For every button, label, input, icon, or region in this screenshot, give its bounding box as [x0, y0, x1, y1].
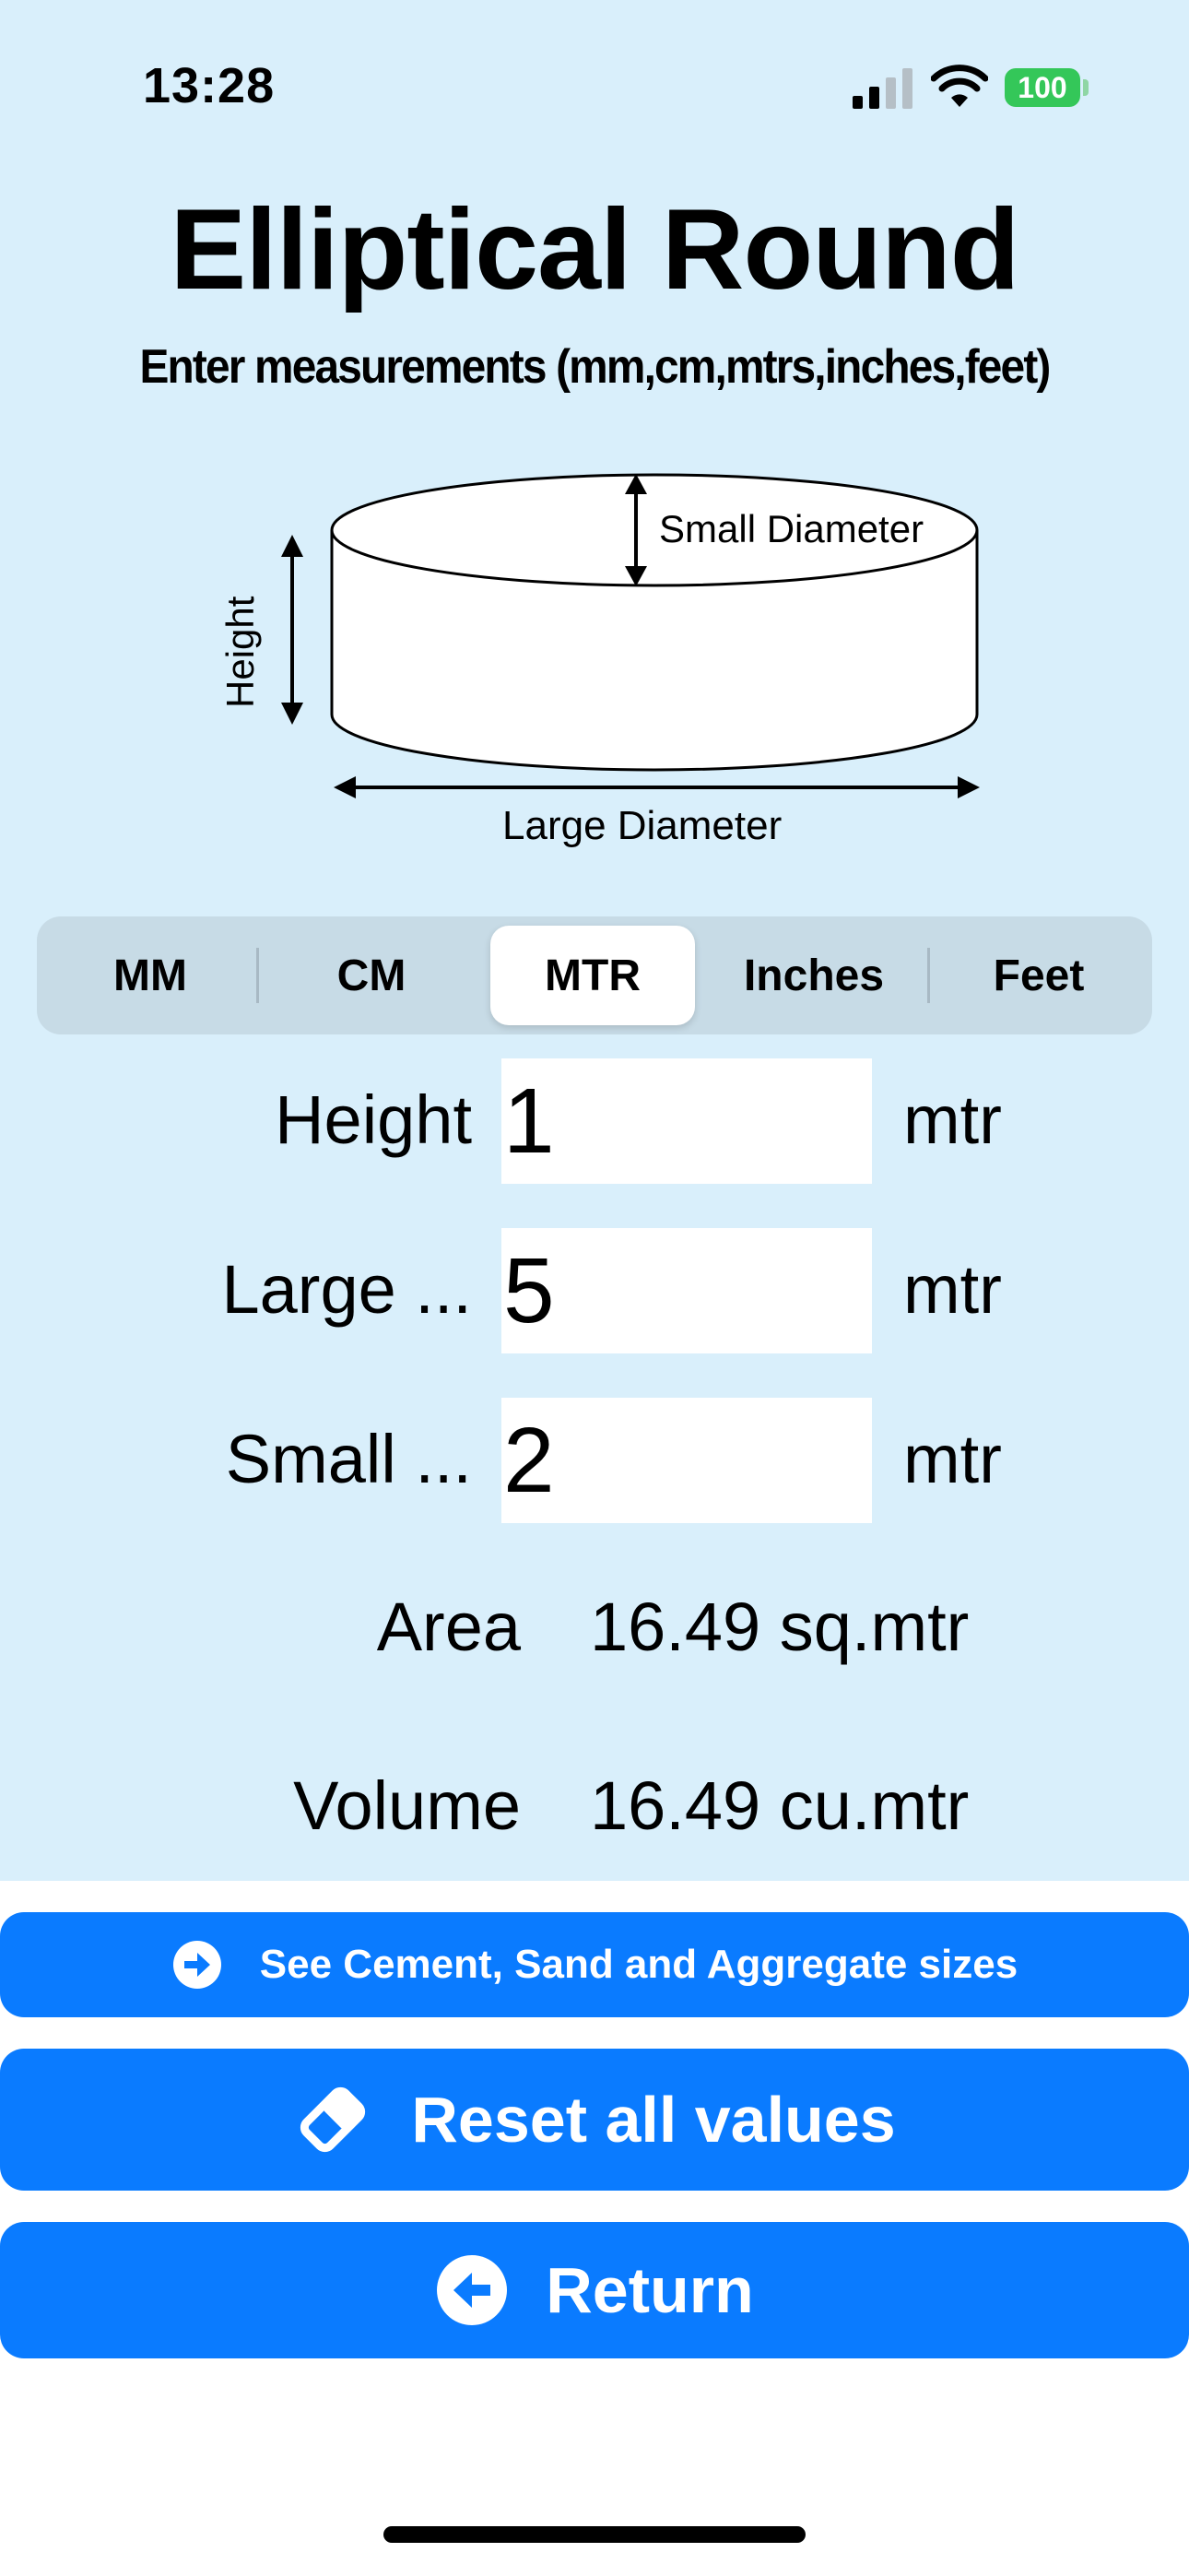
- return-button[interactable]: Return: [0, 2222, 1189, 2358]
- cellular-signal-icon: [853, 68, 912, 109]
- height-unit: mtr: [903, 1081, 1002, 1158]
- segment-mm[interactable]: MM: [48, 926, 253, 1025]
- unit-segmented-control: MM CM MTR Inches Feet: [37, 916, 1152, 1034]
- segment-cm[interactable]: CM: [269, 926, 474, 1025]
- volume-value: 16.49 cu.mtr: [590, 1767, 970, 1844]
- wifi-icon: [931, 65, 988, 107]
- materials-button-label: See Cement, Sand and Aggregate sizes: [259, 1942, 1018, 1987]
- small-diameter-input[interactable]: [501, 1398, 872, 1523]
- materials-button[interactable]: See Cement, Sand and Aggregate sizes: [0, 1912, 1189, 2017]
- large-diameter-input[interactable]: [501, 1228, 872, 1353]
- large-diameter-unit: mtr: [903, 1251, 1002, 1328]
- segment-mtr[interactable]: MTR: [490, 926, 695, 1025]
- area-value: 16.49 sq.mtr: [590, 1589, 970, 1665]
- page-title: Elliptical Round: [170, 186, 1020, 313]
- battery-cap: [1083, 79, 1089, 96]
- status-time: 13:28: [143, 58, 276, 113]
- return-button-label: Return: [546, 2254, 754, 2326]
- arrow-left-circle-icon: [437, 2255, 508, 2325]
- height-field-label: Height: [275, 1081, 472, 1158]
- volume-label: Volume: [293, 1767, 521, 1844]
- small-diameter-unit: mtr: [903, 1421, 1002, 1497]
- arrow-right-circle-icon: [172, 1941, 221, 1989]
- segment-feet[interactable]: Feet: [936, 926, 1141, 1025]
- large-diameter-field-label: Large ...: [221, 1251, 472, 1328]
- home-indicator[interactable]: [383, 2526, 806, 2543]
- height-input[interactable]: [501, 1058, 872, 1184]
- segment-divider: [927, 948, 930, 1003]
- height-label: Height: [218, 596, 262, 708]
- segment-divider: [256, 948, 259, 1003]
- small-diameter-label: Small Diameter: [659, 507, 924, 550]
- reset-button[interactable]: Reset all values: [0, 2049, 1189, 2191]
- page-subtitle: Enter measurements (mm,cm,mtrs,inches,fe…: [139, 340, 1051, 394]
- battery-icon: 100: [1005, 68, 1080, 107]
- elliptical-cylinder-diagram: Small Diameter Height Large Diameter: [218, 473, 980, 848]
- eraser-icon: [300, 2086, 366, 2153]
- segment-inches[interactable]: Inches: [712, 926, 916, 1025]
- area-label: Area: [376, 1589, 521, 1665]
- large-diameter-label: Large Diameter: [502, 803, 782, 848]
- battery-level: 100: [1018, 70, 1067, 104]
- small-diameter-field-label: Small ...: [225, 1421, 472, 1497]
- reset-button-label: Reset all values: [411, 2084, 896, 2156]
